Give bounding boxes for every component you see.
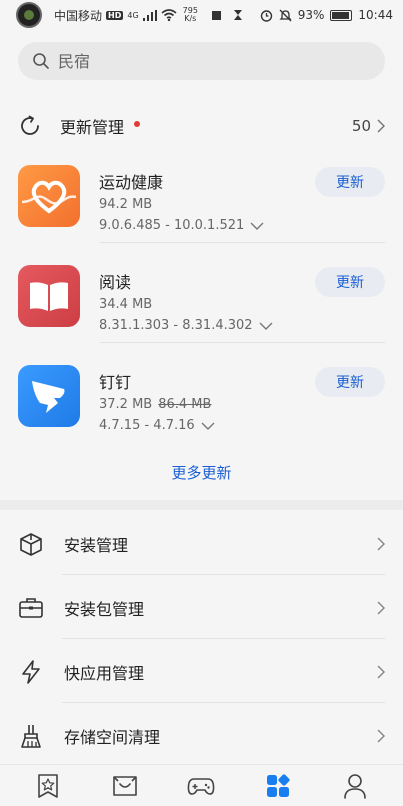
person-icon [343,773,366,799]
app-version-text: 8.31.1.303 - 8.31.4.302 [99,318,253,333]
app-name: 运动健康 [99,173,164,192]
chevron-right-icon [377,729,385,743]
gamepad-icon [188,777,215,795]
network-type: 4G [127,10,139,20]
chevron-right-icon [377,601,385,615]
lightning-icon [22,660,40,684]
app-version-range[interactable]: 4.7.15 - 4.7.16 [99,418,215,433]
more-updates-link[interactable]: 更多更新 [0,462,403,483]
divider [62,702,385,703]
update-management-title: 更新管理 [60,118,125,137]
wifi-icon [161,9,177,21]
divider [100,342,385,343]
chevron-down-icon [259,322,273,330]
chevron-down-icon [250,222,264,230]
update-button[interactable]: 更新 [315,367,385,397]
search-input[interactable] [58,51,358,71]
app-row-reading[interactable]: 阅读 34.4 MB 8.31.1.303 - 8.31.4.302 更新 [18,265,385,365]
chevron-right-icon [377,665,385,679]
new-badge-dot [134,121,141,127]
nav-featured[interactable] [28,766,68,806]
bottom-navigation [0,764,403,806]
clock: 10:44 [358,8,393,22]
network-speed: 795 K/s [183,7,198,23]
update-button[interactable]: 更新 [315,267,385,297]
mute-icon [279,9,292,21]
update-count-value: 50 [351,117,371,135]
nav-apps[interactable] [105,766,145,806]
broom-icon [21,725,41,748]
app-name: 阅读 [99,273,132,292]
box-icon [20,533,42,556]
nav-me[interactable] [335,766,375,806]
star-icon [38,773,59,798]
dingtalk-app-icon [18,365,80,427]
menu-label: 安装包管理 [64,600,145,619]
app-store-icon [113,775,137,796]
update-management-header[interactable]: 更新管理 50 [18,108,385,144]
menu-label: 安装管理 [64,536,129,555]
refresh-icon [21,115,39,135]
update-button[interactable]: 更新 [315,167,385,197]
app-size-value: 34.4 MB [99,297,153,312]
notification-app-icon [16,2,42,28]
app-row-sport-health[interactable]: 运动健康 94.2 MB 9.0.6.485 - 10.0.1.521 更新 [18,165,385,265]
app-old-size: 86.4 MB [158,397,212,412]
carrier-name: 中国移动 [54,8,103,23]
chevron-right-icon [377,537,385,551]
search-icon [33,53,49,69]
speed-unit: K/s [184,14,197,23]
signal-icon [142,9,157,21]
app-version-text: 9.0.6.485 - 10.0.1.521 [99,218,245,233]
app-row-dingtalk[interactable]: 钉钉 37.2 MB 86.4 MB 4.7.15 - 4.7.16 更新 [18,365,385,465]
chevron-down-icon [201,422,215,430]
app-version-range[interactable]: 9.0.6.485 - 10.0.1.521 [99,218,264,233]
app-size-value: 37.2 MB [99,397,153,412]
alarm-icon [260,9,272,22]
hourglass-icon [233,10,242,20]
battery-icon [330,9,353,21]
app-version-text: 4.7.15 - 4.7.16 [99,418,195,433]
divider [100,242,385,243]
menu-package-management[interactable]: 安装包管理 [18,580,385,636]
search-bar[interactable] [18,42,385,80]
divider [62,574,385,575]
menu-label: 存储空间清理 [64,728,161,747]
notification-square-icon [211,10,221,20]
menu-label: 快应用管理 [64,664,145,683]
sport-health-app-icon [18,165,80,227]
app-size-value: 94.2 MB [99,197,153,212]
status-bar: 中国移动 HD 4G 795 K/s 93% 10:44 [0,0,403,30]
menu-install-management[interactable]: 安装管理 [18,516,385,572]
section-separator [0,500,403,510]
chevron-right-icon [377,119,385,133]
nav-manage[interactable] [258,766,298,806]
battery-percent: 93% [297,8,325,22]
briefcase-icon [19,598,43,618]
reading-app-icon [18,265,80,327]
app-name: 钉钉 [99,373,132,392]
app-size: 34.4 MB [99,297,152,312]
menu-storage-cleanup[interactable]: 存储空间清理 [18,708,385,764]
nav-games[interactable] [181,766,221,806]
divider [62,638,385,639]
app-size: 94.2 MB [99,197,152,212]
app-version-range[interactable]: 8.31.1.303 - 8.31.4.302 [99,318,273,333]
manage-icon [267,773,290,797]
app-size: 37.2 MB 86.4 MB [99,397,211,412]
update-count: 50 [352,117,385,135]
hd-badge: HD [106,10,124,20]
menu-quick-app-management[interactable]: 快应用管理 [18,644,385,700]
